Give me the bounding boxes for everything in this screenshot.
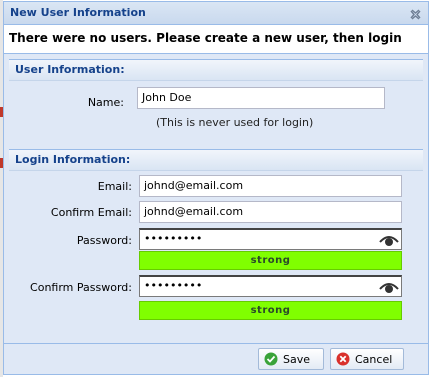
info-message-panel: There were no users. Please create a new…	[4, 25, 428, 54]
cancel-label: Cancel	[355, 353, 393, 366]
confirm-password-strength-meter: strong	[139, 301, 402, 320]
confirm-email-label: Confirm Email:	[50, 206, 132, 219]
save-label: Save	[283, 353, 311, 366]
email-label: Email:	[97, 180, 132, 193]
confirm-email-field[interactable]: johnd@email.com	[139, 201, 402, 223]
close-icon[interactable]	[409, 6, 422, 20]
name-label: Name:	[87, 96, 124, 109]
info-message: There were no users. Please create a new…	[9, 31, 402, 45]
cancel-button[interactable]: Cancel	[330, 348, 404, 370]
confirm-password-label: Confirm Password:	[30, 281, 132, 294]
user-information-title: User Information:	[15, 63, 125, 76]
save-button[interactable]: Save	[258, 348, 324, 370]
user-information-header: User Information:	[9, 59, 423, 81]
new-user-dialog: New User Information There were no users…	[3, 1, 429, 375]
user-information-body: Name: John Doe (This is never used for l…	[9, 81, 423, 143]
dialog-titlebar: New User Information	[4, 2, 428, 25]
login-information-title: Login Information:	[15, 153, 131, 166]
login-information-body: Email: johnd@email.com Confirm Email: jo…	[9, 171, 423, 339]
password-label: Password:	[76, 234, 132, 247]
name-hint: (This is never used for login)	[156, 116, 314, 129]
confirm-password-value: •••••••••	[144, 279, 203, 292]
dialog-footer: Save Cancel	[4, 343, 428, 374]
eye-icon[interactable]	[379, 233, 399, 247]
password-field[interactable]: •••••••••	[139, 228, 402, 250]
email-field[interactable]: johnd@email.com	[139, 175, 402, 197]
confirm-password-field[interactable]: •••••••••	[139, 275, 402, 297]
password-value: •••••••••	[144, 232, 203, 245]
checkmark-icon	[264, 352, 278, 366]
password-strength-meter: strong	[139, 251, 402, 270]
dialog-title: New User Information	[10, 6, 146, 19]
eye-icon[interactable]	[379, 280, 399, 294]
login-information-header: Login Information:	[9, 149, 423, 171]
name-field[interactable]: John Doe	[137, 87, 385, 109]
cancel-icon	[336, 352, 350, 366]
